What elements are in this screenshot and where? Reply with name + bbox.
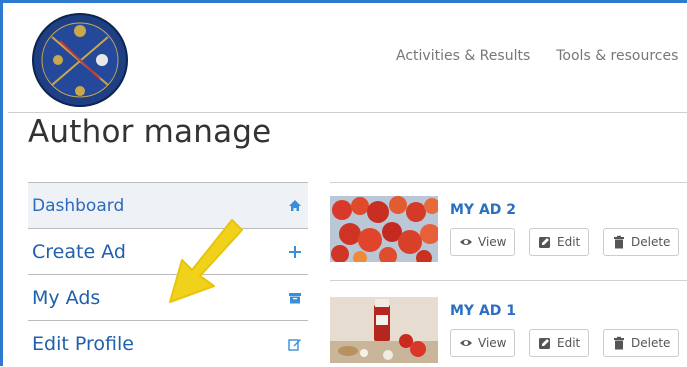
button-label: Edit (557, 235, 581, 249)
ad-title[interactable]: MY AD 2 (450, 202, 516, 218)
sidebar-item-edit-profile[interactable]: Edit Profile (28, 320, 308, 366)
nav-tools-resources[interactable]: Tools & resources (556, 48, 678, 64)
edit-button[interactable]: Edit (529, 228, 590, 256)
view-button[interactable]: View (450, 228, 516, 256)
delete-button[interactable]: Delete (603, 329, 680, 357)
button-label: Delete (631, 336, 671, 350)
tomatoes-thumbnail[interactable] (330, 196, 438, 262)
sidebar-item-label: Dashboard (32, 195, 125, 216)
yellow-arrow-annotation (169, 219, 243, 303)
ad-row: MY AD 1 View Edit Delete (330, 297, 687, 367)
delete-button[interactable]: Delete (603, 228, 680, 256)
site-header: Activities & Results Tools & resources (8, 8, 687, 113)
sidebar-item-label: My Ads (32, 286, 101, 309)
top-nav: Activities & Results Tools & resources (396, 48, 678, 64)
ad-row: MY AD 2 View Edit Delete (330, 196, 687, 266)
nav-activities-results[interactable]: Activities & Results (396, 48, 530, 64)
sauce-thumbnail[interactable] (330, 297, 438, 363)
site-logo[interactable] (30, 11, 130, 109)
eye-icon (460, 239, 472, 245)
ad-divider (330, 280, 687, 281)
button-label: Edit (557, 336, 581, 350)
home-icon (289, 199, 301, 211)
content-top-divider (330, 182, 687, 183)
edit-icon (539, 338, 550, 349)
trash-icon (614, 235, 624, 249)
trash-icon (614, 336, 624, 350)
button-label: Delete (631, 235, 671, 249)
edit-icon (288, 338, 301, 351)
sidebar-item-label: Edit Profile (32, 332, 134, 355)
page-title: Author manage (28, 114, 272, 150)
button-label: View (478, 336, 507, 350)
edit-button[interactable]: Edit (529, 329, 590, 357)
archive-icon (289, 292, 301, 303)
button-label: View (478, 235, 507, 249)
plus-icon (289, 245, 301, 258)
edit-icon (539, 237, 550, 248)
view-button[interactable]: View (450, 329, 516, 357)
sidebar-item-label: Create Ad (32, 240, 126, 263)
eye-icon (460, 340, 472, 346)
ad-title[interactable]: MY AD 1 (450, 303, 516, 319)
